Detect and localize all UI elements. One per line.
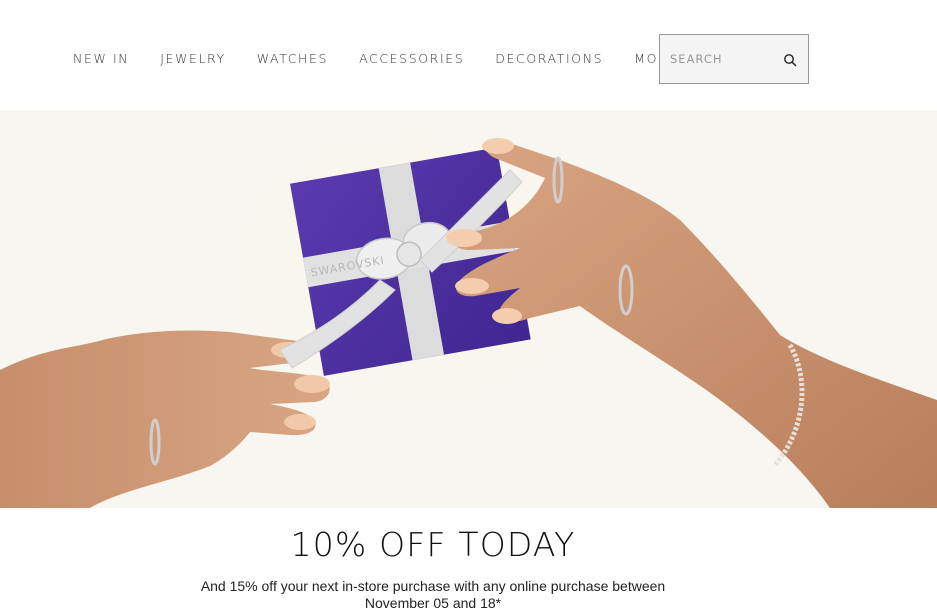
- hero-banner[interactable]: SWAROVSKI: [0, 110, 937, 508]
- nav-item-jewelry[interactable]: JEWELRY: [160, 51, 226, 66]
- site-header: NEW IN JEWELRY WATCHES ACCESSORIES DECOR…: [0, 0, 937, 110]
- nav-item-decorations[interactable]: DECORATIONS: [495, 51, 603, 66]
- search-input[interactable]: [670, 52, 780, 66]
- nav-item-new-in[interactable]: NEW IN: [73, 51, 129, 66]
- promo-subtitle: And 15% off your next in-store purchase …: [200, 578, 666, 609]
- search-icon[interactable]: [783, 53, 797, 67]
- main-nav: NEW IN JEWELRY WATCHES ACCESSORIES DECOR…: [73, 51, 699, 66]
- nav-item-accessories[interactable]: ACCESSORIES: [359, 51, 464, 66]
- hero-image: SWAROVSKI: [0, 110, 937, 508]
- nav-item-watches[interactable]: WATCHES: [257, 51, 328, 66]
- promo-title: 10% OFF TODAY: [290, 525, 576, 564]
- search-box: [659, 34, 809, 84]
- promo-section: 10% OFF TODAY And 15% off your next in-s…: [0, 508, 937, 609]
